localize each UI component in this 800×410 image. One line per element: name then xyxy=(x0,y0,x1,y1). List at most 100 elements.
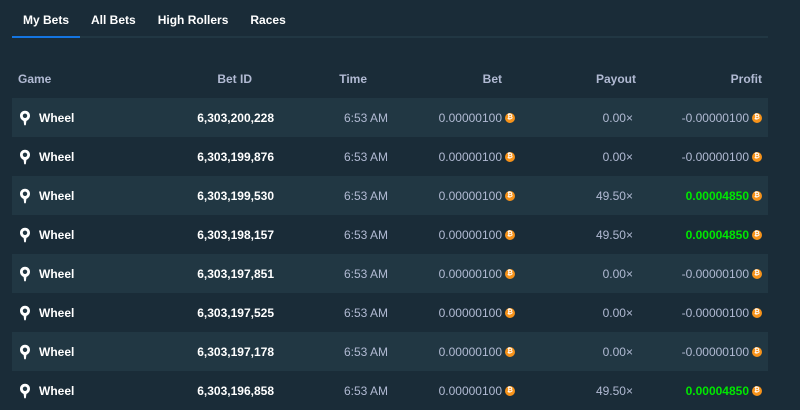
game-name[interactable]: Wheel xyxy=(39,384,74,398)
bet-time: 6:53 AM xyxy=(343,383,388,398)
game-name[interactable]: Wheel xyxy=(39,189,74,203)
game-cell[interactable]: Wheel xyxy=(12,110,139,126)
profit-value: 0.00004850 xyxy=(685,188,749,203)
bitcoin-icon: ₿ xyxy=(752,229,762,240)
bet-amount-value: 0.00000100 xyxy=(438,110,502,125)
bet-id[interactable]: 6,303,196,858 xyxy=(139,384,274,398)
bet-time: 6:53 AM xyxy=(343,110,388,125)
bet-amount-value: 0.00000100 xyxy=(438,188,502,203)
wheel-icon xyxy=(20,149,30,164)
game-name[interactable]: Wheel xyxy=(39,150,74,164)
bitcoin-icon: ₿ xyxy=(752,112,762,123)
wheel-icon xyxy=(20,383,30,398)
bet-id[interactable]: 6,303,198,157 xyxy=(139,228,274,242)
tab-races[interactable]: Races xyxy=(239,2,296,36)
bet-amount: 0.00000100 ₿ xyxy=(388,228,515,242)
profit-value: -0.00000100 xyxy=(681,305,749,320)
payout-multiplier: 0.00× xyxy=(602,305,633,320)
bet-amount-value: 0.00000100 xyxy=(438,383,502,398)
profit: 0.00004850 ₿ xyxy=(633,384,768,398)
bet-time: 6:53 AM xyxy=(343,344,388,359)
bet-amount-value: 0.00000100 xyxy=(438,149,502,164)
wheel-icon xyxy=(20,305,30,320)
bet-id[interactable]: 6,303,200,228 xyxy=(139,111,274,125)
table-body: Wheel 6,303,200,228 6:53 AM 0.00000100 ₿… xyxy=(12,98,768,410)
profit-value: 0.00004850 xyxy=(685,383,749,398)
bet-amount-value: 0.00000100 xyxy=(438,227,502,242)
game-cell[interactable]: Wheel xyxy=(12,344,139,360)
wheel-icon xyxy=(20,188,30,203)
bitcoin-icon: ₿ xyxy=(752,346,762,357)
game-cell[interactable]: Wheel xyxy=(12,383,139,399)
payout-multiplier: 0.00× xyxy=(602,149,633,164)
table-row[interactable]: Wheel 6,303,197,178 6:53 AM 0.00000100 ₿… xyxy=(12,332,768,371)
game-cell[interactable]: Wheel xyxy=(12,266,139,282)
bitcoin-icon: ₿ xyxy=(505,385,515,396)
bitcoin-icon: ₿ xyxy=(752,151,762,162)
bet-amount: 0.00000100 ₿ xyxy=(388,306,515,320)
table-row[interactable]: Wheel 6,303,196,858 6:53 AM 0.00000100 ₿… xyxy=(12,371,768,410)
bets-tab-bar: My Bets All Bets High Rollers Races xyxy=(12,0,768,38)
profit: -0.00000100 ₿ xyxy=(633,267,768,281)
profit: 0.00004850 ₿ xyxy=(633,228,768,242)
game-name[interactable]: Wheel xyxy=(39,345,74,359)
payout-multiplier: 0.00× xyxy=(602,110,633,125)
bet-time: 6:53 AM xyxy=(343,266,388,281)
payout-multiplier: 49.50× xyxy=(595,383,633,398)
bets-table: Game Bet ID Time Bet Payout Profit Wheel… xyxy=(12,60,768,410)
column-header-bet: Bet xyxy=(482,72,502,86)
bet-amount: 0.00000100 ₿ xyxy=(388,111,515,125)
profit-value: -0.00000100 xyxy=(681,149,749,164)
table-row[interactable]: Wheel 6,303,199,876 6:53 AM 0.00000100 ₿… xyxy=(12,137,768,176)
game-cell[interactable]: Wheel xyxy=(12,227,139,243)
profit: -0.00000100 ₿ xyxy=(633,345,768,359)
column-header-time: Time xyxy=(339,72,367,86)
bet-time: 6:53 AM xyxy=(343,149,388,164)
profit-value: -0.00000100 xyxy=(681,266,749,281)
profit: -0.00000100 ₿ xyxy=(633,111,768,125)
bitcoin-icon: ₿ xyxy=(505,268,515,279)
payout-multiplier: 49.50× xyxy=(595,188,633,203)
table-row[interactable]: Wheel 6,303,198,157 6:53 AM 0.00000100 ₿… xyxy=(12,215,768,254)
tab-all-bets[interactable]: All Bets xyxy=(80,2,147,36)
wheel-icon xyxy=(20,344,30,359)
table-row[interactable]: Wheel 6,303,197,525 6:53 AM 0.00000100 ₿… xyxy=(12,293,768,332)
bitcoin-icon: ₿ xyxy=(505,307,515,318)
wheel-icon xyxy=(20,110,30,125)
bet-amount: 0.00000100 ₿ xyxy=(388,150,515,164)
profit-value: -0.00000100 xyxy=(681,110,749,125)
tab-high-rollers[interactable]: High Rollers xyxy=(147,2,240,36)
profit-value: 0.00004850 xyxy=(685,227,749,242)
bet-amount: 0.00000100 ₿ xyxy=(388,345,515,359)
game-cell[interactable]: Wheel xyxy=(12,149,139,165)
bet-id[interactable]: 6,303,197,851 xyxy=(139,267,274,281)
table-row[interactable]: Wheel 6,303,199,530 6:53 AM 0.00000100 ₿… xyxy=(12,176,768,215)
wheel-icon xyxy=(20,266,30,281)
bet-id[interactable]: 6,303,197,178 xyxy=(139,345,274,359)
table-header-row: Game Bet ID Time Bet Payout Profit xyxy=(12,60,768,98)
payout-multiplier: 49.50× xyxy=(595,227,633,242)
bitcoin-icon: ₿ xyxy=(752,307,762,318)
bitcoin-icon: ₿ xyxy=(505,190,515,201)
bet-id[interactable]: 6,303,197,525 xyxy=(139,306,274,320)
bet-id[interactable]: 6,303,199,530 xyxy=(139,189,274,203)
bitcoin-icon: ₿ xyxy=(752,385,762,396)
game-name[interactable]: Wheel xyxy=(39,228,74,242)
scrollbar[interactable] xyxy=(794,0,800,404)
profit-value: -0.00000100 xyxy=(681,344,749,359)
table-row[interactable]: Wheel 6,303,200,228 6:53 AM 0.00000100 ₿… xyxy=(12,98,768,137)
game-name[interactable]: Wheel xyxy=(39,306,74,320)
bet-time: 6:53 AM xyxy=(343,305,388,320)
table-row[interactable]: Wheel 6,303,197,851 6:53 AM 0.00000100 ₿… xyxy=(12,254,768,293)
profit: -0.00000100 ₿ xyxy=(633,306,768,320)
bitcoin-icon: ₿ xyxy=(505,112,515,123)
bet-id[interactable]: 6,303,199,876 xyxy=(139,150,274,164)
wheel-icon xyxy=(20,227,30,242)
bet-amount-value: 0.00000100 xyxy=(438,266,502,281)
game-cell[interactable]: Wheel xyxy=(12,305,139,321)
game-name[interactable]: Wheel xyxy=(39,111,74,125)
bitcoin-icon: ₿ xyxy=(505,229,515,240)
game-cell[interactable]: Wheel xyxy=(12,188,139,204)
game-name[interactable]: Wheel xyxy=(39,267,74,281)
tab-my-bets[interactable]: My Bets xyxy=(12,2,81,38)
